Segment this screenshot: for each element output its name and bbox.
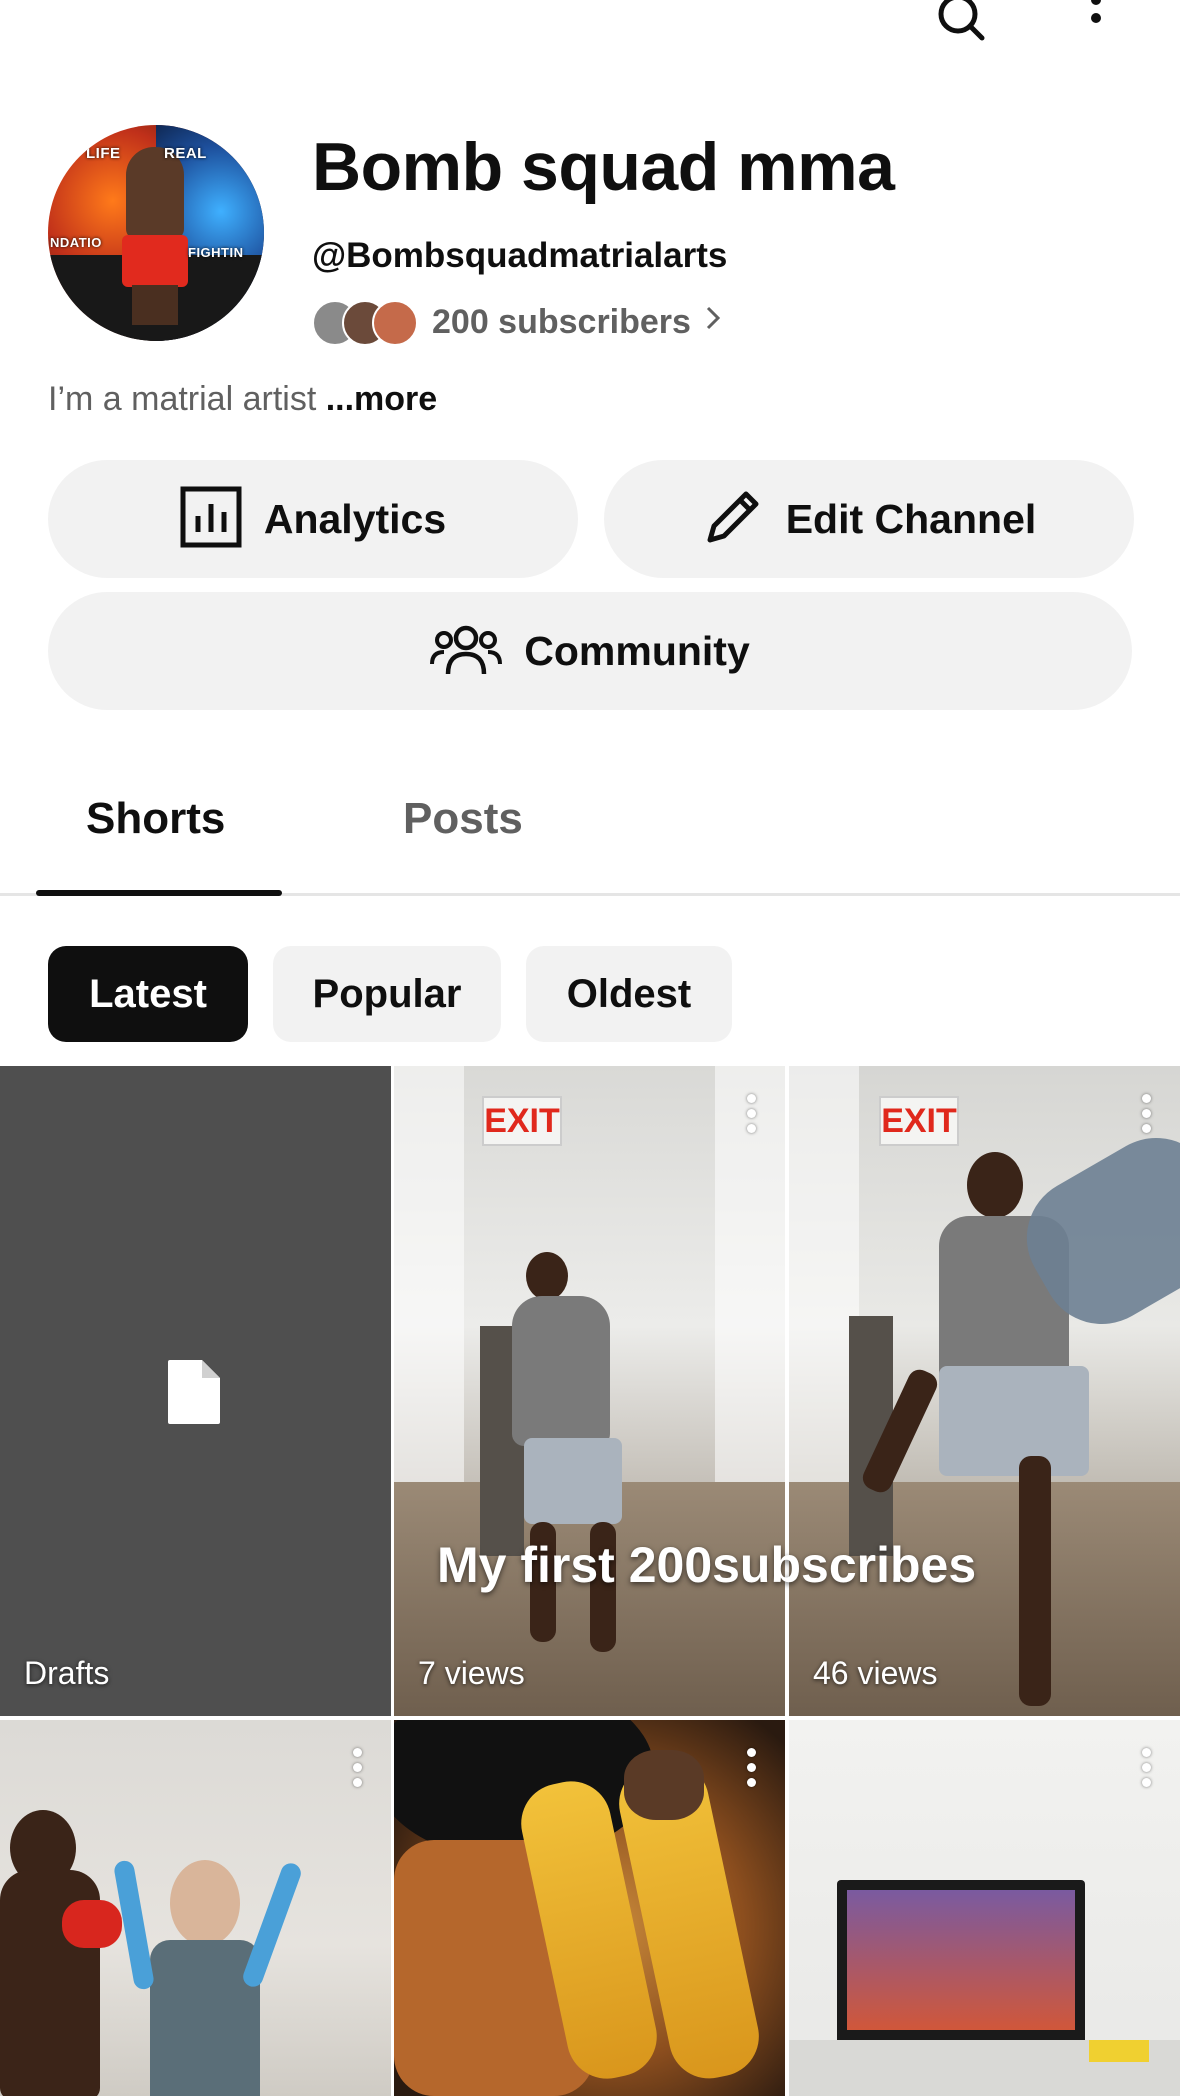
edit-channel-label: Edit Channel (785, 495, 1037, 542)
person-shorts (524, 1438, 622, 1524)
more-vert-icon[interactable] (347, 1748, 367, 1794)
chevron-right-icon (705, 305, 721, 339)
active-tab-indicator (36, 890, 282, 896)
short-tile[interactable] (0, 1720, 391, 2096)
short-tile[interactable] (789, 1720, 1180, 2096)
channel-handle: @Bombsquadmatrialarts (312, 236, 728, 275)
channel-avatar[interactable]: LIFE REAL NDATIO FIGHTIN (48, 125, 264, 341)
subscriber-avatar (372, 300, 418, 346)
avatar-text-fighting: FIGHTIN (188, 245, 244, 260)
person-head (967, 1152, 1023, 1218)
exit-sign: EXIT (879, 1096, 959, 1146)
yellow-object (1089, 2040, 1149, 2062)
channel-bio[interactable]: I’m a matrial artist ...more (48, 380, 437, 419)
filter-oldest-chip[interactable]: Oldest (526, 946, 732, 1042)
subscriber-avatars (312, 296, 424, 348)
short-tile[interactable]: EXIT 7 views (394, 1066, 785, 1716)
rice (624, 1750, 704, 1820)
filter-latest-chip[interactable]: Latest (48, 946, 248, 1042)
short-tile[interactable]: EXIT 46 views (789, 1066, 1180, 1716)
avatar-figure-legs (132, 285, 178, 325)
avatar-text-real: REAL (164, 145, 207, 162)
boxing-glove (62, 1900, 122, 1948)
channel-name: Bomb squad mma (312, 129, 895, 205)
more-vert-icon[interactable] (741, 1094, 761, 1140)
bio-text: I’m a matrial artist (48, 380, 317, 418)
avatar-figure-shorts (122, 235, 188, 287)
person-body (512, 1296, 610, 1446)
tab-posts[interactable]: Posts (403, 794, 523, 844)
view-count: 46 views (813, 1655, 938, 1691)
short-overlay-caption: My first 200subscribes (437, 1537, 977, 1593)
more-vert-icon[interactable] (741, 1748, 761, 1794)
dummy-body (150, 1940, 260, 2096)
dummy-head (170, 1860, 240, 1946)
search-icon[interactable] (932, 0, 992, 50)
analytics-button[interactable]: Analytics (48, 460, 578, 578)
people-icon (430, 618, 503, 685)
avatar-text-life: LIFE (86, 145, 121, 162)
tab-shorts[interactable]: Shorts (86, 794, 225, 844)
person-shorts (939, 1366, 1089, 1476)
community-label: Community (524, 627, 750, 674)
bar-chart-icon (180, 486, 242, 553)
top-bar (0, 0, 1180, 60)
avatar-text-foundation: NDATIO (50, 235, 102, 250)
bio-more-link[interactable]: ...more (326, 380, 437, 418)
short-tile[interactable] (394, 1720, 785, 2096)
exit-sign: EXIT (482, 1096, 562, 1146)
pool-noodle (240, 1860, 304, 1990)
short-tile-drafts[interactable]: Drafts (0, 1066, 391, 1716)
drafts-label: Drafts (24, 1655, 110, 1691)
community-button[interactable]: Community (48, 592, 1132, 710)
more-vert-icon[interactable] (1136, 1094, 1156, 1140)
channel-tabs: Shorts Posts (0, 770, 1180, 896)
television (837, 1880, 1085, 2048)
tv-screen (847, 1890, 1075, 2030)
pencil-icon (702, 486, 764, 553)
filter-popular-chip[interactable]: Popular (273, 946, 501, 1042)
document-icon (166, 1358, 222, 1431)
more-vert-icon[interactable] (1136, 1748, 1156, 1794)
person-head (526, 1252, 568, 1300)
view-count: 7 views (418, 1655, 525, 1691)
edit-channel-button[interactable]: Edit Channel (604, 460, 1134, 578)
analytics-label: Analytics (263, 495, 447, 542)
subscriber-count: 200 subscribers (432, 302, 691, 341)
more-vert-icon[interactable] (1066, 0, 1126, 50)
subscribers-row[interactable]: 200 subscribers (312, 296, 721, 348)
person-leg (1019, 1456, 1051, 1706)
